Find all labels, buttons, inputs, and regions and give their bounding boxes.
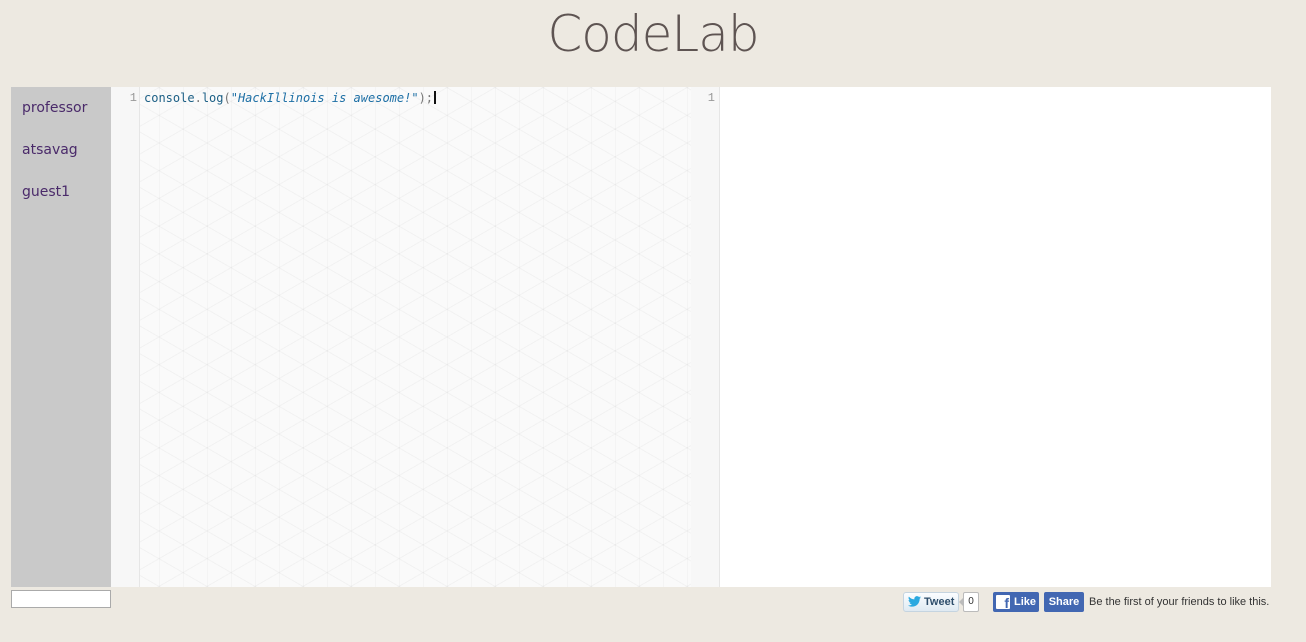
sidebar-user-guest1[interactable]: guest1 [22,184,70,200]
facebook-like-button[interactable]: f Like [993,592,1039,612]
facebook-f-icon: f [996,595,1010,611]
like-label: Like [1014,596,1037,608]
output-panel[interactable]: 1 [691,87,1271,587]
facebook-share-button[interactable]: Share [1044,592,1084,612]
output-gutter: 1 [691,87,720,587]
editor-line-number: 1 [129,91,137,105]
code-token-log: log [201,91,224,105]
tweet-count: 0 [963,592,979,612]
code-token-close: ); [418,91,434,105]
code-token-open-paren: ( [223,91,231,105]
code-token-console: console [144,91,195,105]
twitter-bird-icon [908,596,921,607]
code-token-string: "HackIllinois is awesome!" [230,91,419,105]
sidebar-user-professor[interactable]: professor [22,100,87,116]
user-sidebar: professor atsavag guest1 [11,87,111,587]
like-social-text: Be the first of your friends to like thi… [1089,596,1270,608]
tweet-label: Tweet [924,596,955,608]
app-title: CodeLab [547,5,759,63]
name-input[interactable] [11,590,111,608]
editor-gutter: 1 [111,87,140,587]
code-line[interactable]: console.log("HackIllinois is awesome!"); [144,91,437,105]
code-token-dot: . [194,91,202,105]
code-editor[interactable]: 1 console.log("HackIllinois is awesome!"… [111,87,691,587]
tweet-button[interactable]: Tweet [903,592,959,612]
text-cursor [434,91,437,104]
output-line-number: 1 [707,91,715,105]
sidebar-user-atsavag[interactable]: atsavag [22,142,78,158]
